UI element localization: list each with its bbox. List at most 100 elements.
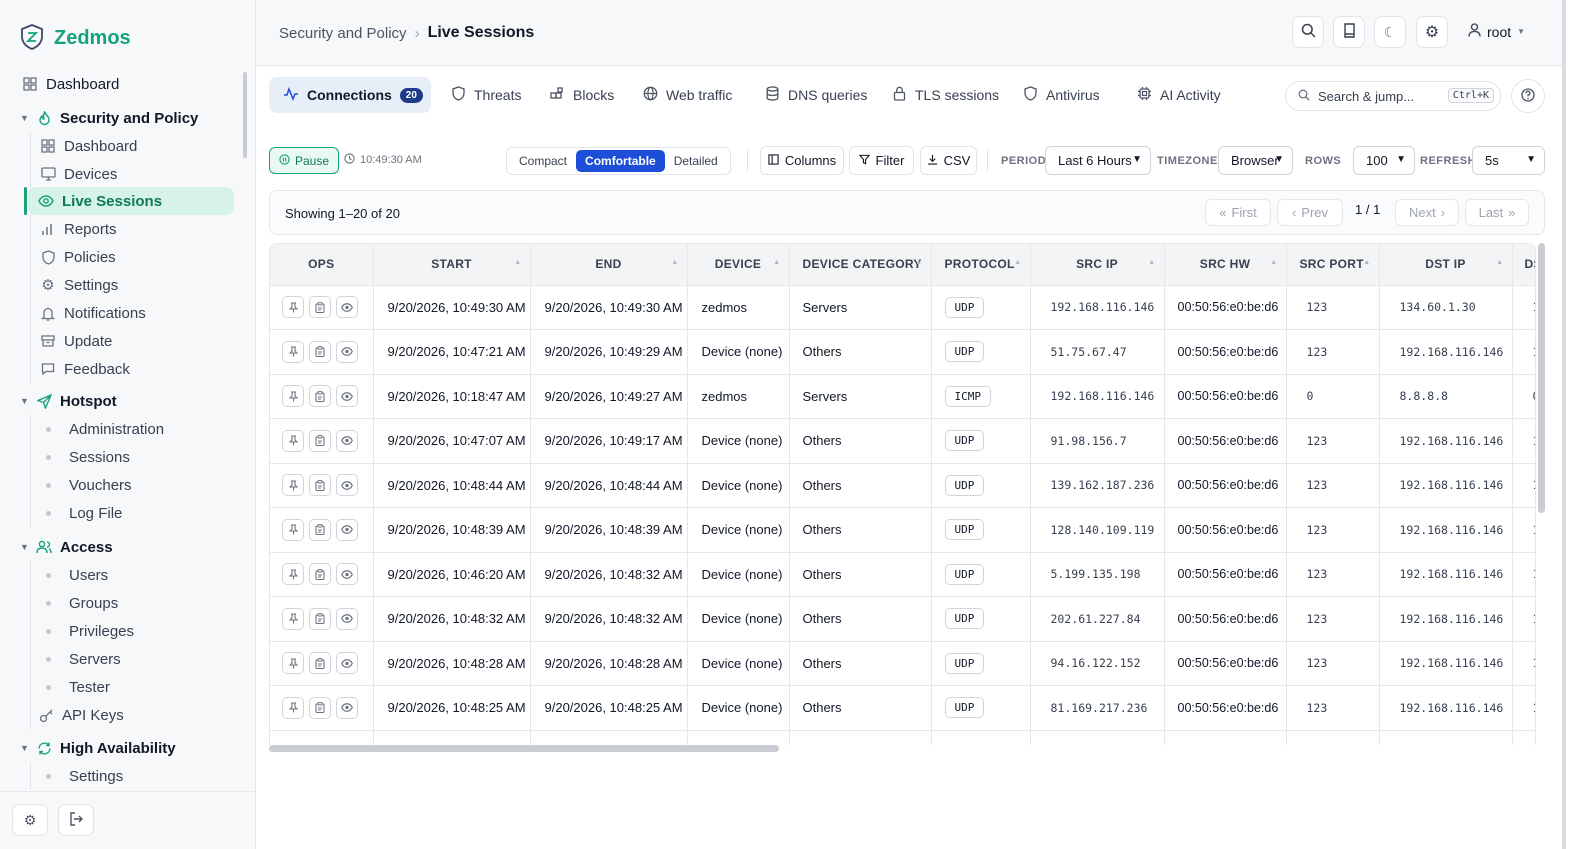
pin-icon[interactable] [282,607,304,630]
prev-page-button[interactable]: ‹ Prev [1277,199,1343,226]
sidebar-item-api-keys[interactable]: API Keys [0,701,240,729]
pin-icon[interactable] [282,296,304,319]
clipboard-icon[interactable] [309,607,331,630]
eye-icon[interactable] [336,474,358,497]
sidebar-section-access[interactable]: ▼ Access [0,533,240,561]
sidebar-section-hotspot[interactable]: ▼ Hotspot [0,387,240,415]
column-header-protocol[interactable]: PROTOCOL ▲ [931,244,1031,286]
tab-connections[interactable]: Connections 20 [269,77,431,113]
sort-icon[interactable]: ▲ [671,259,678,266]
table-row[interactable]: 9/20/2026, 10:48:44 AM 9/20/2026, 10:48:4… [270,463,1535,508]
eye-icon[interactable] [336,518,358,541]
clipboard-icon[interactable] [309,385,331,408]
table-vertical-scrollbar[interactable] [1538,243,1545,513]
search-jump-input[interactable]: Search & jump... Ctrl+K [1285,81,1501,111]
theme-toggle-button[interactable]: ☾ [1374,16,1406,48]
tab-ai-activity[interactable]: AI Activity [1122,77,1235,113]
sidebar-item-policies[interactable]: Policies [0,243,240,271]
csv-export-button[interactable]: CSV [920,146,977,175]
clipboard-icon[interactable] [309,296,331,319]
sidebar-item-settings[interactable]: ⚙ Settings [0,271,240,299]
table-row[interactable]: 9/20/2026, 10:48:25 AM 9/20/2026, 10:48:2… [270,685,1535,731]
column-header-src-ip[interactable]: SRC IP ▲ [1030,244,1165,286]
sort-icon[interactable]: ▲ [1014,259,1021,266]
sidebar-item-sp-dashboard[interactable]: Dashboard [0,132,240,160]
table-row[interactable]: 9/20/2026, 10:47:07 AM 9/20/2026, 10:49:1… [270,418,1535,464]
sort-icon[interactable]: ▲ [1496,259,1503,266]
column-header-device-category[interactable]: DEVICE CATEGORY ▲ [789,244,932,286]
sidebar-section-security-and-policy[interactable]: ▼ Security and Policy [0,104,240,132]
sidebar-item-devices[interactable]: Devices [0,160,240,188]
tab-blocks[interactable]: Blocks [535,77,628,113]
first-page-button[interactable]: « First [1205,199,1271,226]
sort-icon[interactable]: ▲ [1148,259,1155,266]
pin-icon[interactable] [282,340,304,363]
pin-icon[interactable] [282,429,304,452]
sidebar-item-dashboard[interactable]: Dashboard [0,70,240,98]
column-header-device[interactable]: DEVICE ▲ [687,244,790,286]
help-button[interactable] [1511,79,1545,113]
tab-antivirus[interactable]: Antivirus [1008,77,1114,113]
sidebar-item-ha-settings[interactable]: Settings [0,762,240,790]
sidebar-item-log-file[interactable]: Log File [0,499,240,527]
table-row[interactable]: 9/20/2026, 10:48:28 AM 9/20/2026, 10:48:2… [270,641,1535,686]
table-row[interactable] [270,730,1535,745]
search-button[interactable] [1292,16,1324,48]
eye-icon[interactable] [336,652,358,675]
breadcrumb-parent[interactable]: Security and Policy [279,25,407,42]
density-detailed[interactable]: Detailed [665,150,727,172]
sort-icon[interactable]: ▲ [773,259,780,266]
table-row[interactable]: 9/20/2026, 10:47:21 AM 9/20/2026, 10:49:2… [270,329,1535,375]
filter-button[interactable]: Filter [849,146,914,175]
window-scrollbar[interactable] [1562,0,1566,849]
refresh-select[interactable]: 5s ▼ [1472,146,1545,175]
eye-icon[interactable] [336,429,358,452]
sort-icon[interactable]: ▲ [1363,259,1370,266]
sidebar-section-high-availability[interactable]: ▼ High Availability [0,734,240,762]
sort-icon[interactable]: ▲ [1270,259,1277,266]
tab-threats[interactable]: Threats [436,77,535,113]
table-row[interactable]: 9/20/2026, 10:18:47 AM 9/20/2026, 10:49:2… [270,374,1535,419]
last-page-button[interactable]: Last » [1465,199,1529,226]
pin-icon[interactable] [282,652,304,675]
eye-icon[interactable] [336,385,358,408]
sidebar-item-servers[interactable]: Servers [0,645,240,673]
column-header-start[interactable]: START ▲ [373,244,531,286]
column-header-end[interactable]: END ▲ [530,244,688,286]
sidebar-item-groups[interactable]: Groups [0,589,240,617]
clipboard-icon[interactable] [309,474,331,497]
column-header-dst-ip[interactable]: DST IP ▲ [1379,244,1513,286]
sidebar-item-reports[interactable]: Reports [0,215,240,243]
table-horizontal-scrollbar[interactable] [269,745,779,752]
clipboard-icon[interactable] [309,340,331,363]
sidebar-item-sessions[interactable]: Sessions [0,443,240,471]
tab-dns-queries[interactable]: DNS queries [750,77,881,113]
sidebar-item-live-sessions[interactable]: Live Sessions [28,187,234,215]
pin-icon[interactable] [282,518,304,541]
settings-button[interactable]: ⚙ [12,804,48,836]
sidebar-item-privileges[interactable]: Privileges [0,617,240,645]
column-header-ds[interactable]: DS [1512,244,1535,286]
sidebar-item-notifications[interactable]: Notifications [0,299,240,327]
sidebar-item-feedback[interactable]: Feedback [0,355,240,383]
table-row[interactable]: 9/20/2026, 10:49:30 AM 9/20/2026, 10:49:3… [270,285,1535,330]
clipboard-icon[interactable] [309,696,331,719]
pin-icon[interactable] [282,696,304,719]
clipboard-icon[interactable] [309,652,331,675]
period-select[interactable]: Last 6 Hours ▼ [1045,146,1151,175]
eye-icon[interactable] [336,563,358,586]
next-page-button[interactable]: Next › [1395,199,1459,226]
table-row[interactable]: 9/20/2026, 10:46:20 AM 9/20/2026, 10:48:3… [270,552,1535,597]
tab-web-traffic[interactable]: Web traffic [628,77,746,113]
eye-icon[interactable] [336,607,358,630]
clipboard-icon[interactable] [309,429,331,452]
sidebar-item-users[interactable]: Users [0,561,240,589]
column-header-src-port[interactable]: SRC PORT ▲ [1286,244,1380,286]
columns-button[interactable]: Columns [760,146,844,175]
pin-icon[interactable] [282,563,304,586]
column-header-src-hw[interactable]: SRC HW ▲ [1164,244,1287,286]
clipboard-icon[interactable] [309,518,331,541]
sidebar-item-administration[interactable]: Administration [0,415,240,443]
sort-icon[interactable]: ▲ [915,259,922,266]
logout-button[interactable] [58,804,94,836]
